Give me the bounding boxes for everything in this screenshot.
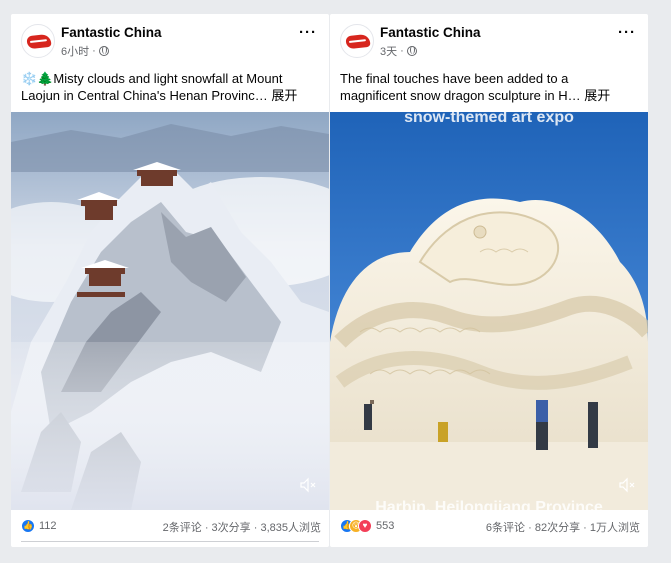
love-reaction-icon: ♥ bbox=[358, 519, 372, 533]
comments-count[interactable]: 6条评论 bbox=[486, 522, 525, 534]
reaction-count[interactable]: 112 bbox=[39, 520, 57, 532]
brand-logo-icon bbox=[345, 33, 371, 50]
post-card: Fantastic China 3天 · ··· The final touch… bbox=[330, 14, 648, 547]
brand-logo-icon bbox=[26, 33, 52, 50]
reaction-icons: 👍 😮 ♥ bbox=[340, 519, 372, 533]
stats-separator: · bbox=[583, 522, 590, 534]
stats-separator: · bbox=[204, 522, 212, 534]
snow-dragon-video-frame: snow-themed art expo Harbin, Heilongjian… bbox=[330, 112, 648, 510]
post-text-truncated: Laojun in Central China's Henan Provinc… bbox=[21, 88, 268, 103]
post-meta: 6小时 · bbox=[61, 43, 109, 59]
comments-count[interactable]: 2条评论 bbox=[163, 522, 202, 534]
page-name-link[interactable]: Fantastic China bbox=[380, 25, 481, 40]
mountain-video-frame bbox=[11, 112, 329, 510]
page-name-link[interactable]: Fantastic China bbox=[61, 25, 162, 40]
page-avatar[interactable] bbox=[340, 24, 374, 58]
mute-icon[interactable] bbox=[618, 476, 638, 496]
page-avatar[interactable] bbox=[21, 24, 55, 58]
shares-count[interactable]: 82次分享 bbox=[535, 522, 580, 534]
reaction-count[interactable]: 553 bbox=[376, 520, 394, 532]
see-more-link[interactable]: 展开 bbox=[584, 88, 610, 103]
video-caption-bottom: Harbin, Heilongjiang Province bbox=[375, 499, 603, 510]
mute-icon[interactable] bbox=[299, 476, 319, 496]
divider bbox=[21, 541, 319, 542]
engagement-counts: 6条评论 · 82次分享 · 1万人浏览 bbox=[486, 519, 640, 535]
post-text: ❄️🌲Misty clouds and light snowfall at Mo… bbox=[21, 70, 321, 104]
more-options-button[interactable]: ··· bbox=[618, 24, 636, 41]
post-header: Fantastic China 3天 · ··· bbox=[340, 24, 638, 60]
meta-separator: · bbox=[400, 45, 404, 57]
post-text: The final touches have been added to a m… bbox=[340, 70, 640, 104]
reactions-summary[interactable]: 👍 😮 ♥ 553 bbox=[340, 519, 394, 533]
video-caption-top: snow-themed art expo bbox=[404, 112, 574, 126]
shares-count[interactable]: 3次分享 bbox=[212, 522, 251, 534]
post-text-line: magnificent snow dragon sculpture in H… … bbox=[340, 87, 640, 104]
post-stats: 👍 😮 ♥ 553 6条评论 · 82次分享 · 1万人浏览 bbox=[340, 518, 640, 536]
globe-icon bbox=[406, 46, 417, 56]
post-header: Fantastic China 6小时 · ··· bbox=[21, 24, 319, 60]
post-meta: 3天 · bbox=[380, 43, 417, 59]
video-player[interactable] bbox=[11, 112, 329, 510]
stats-separator: · bbox=[528, 522, 535, 534]
video-player[interactable]: snow-themed art expo Harbin, Heilongjian… bbox=[330, 112, 648, 510]
meta-separator: · bbox=[92, 45, 96, 57]
post-text-line: The final touches have been added to a bbox=[340, 71, 569, 86]
more-options-button[interactable]: ··· bbox=[299, 24, 317, 41]
post-text-line: Laojun in Central China's Henan Provinc…… bbox=[21, 87, 321, 104]
post-time[interactable]: 6小时 bbox=[61, 43, 89, 59]
like-reaction-icon: 👍 bbox=[21, 519, 35, 533]
reactions-summary[interactable]: 👍 112 bbox=[21, 519, 57, 533]
post-stats: 👍 112 2条评论 · 3次分享 · 3,835人浏览 bbox=[21, 518, 321, 536]
globe-icon bbox=[98, 46, 109, 56]
engagement-counts: 2条评论 · 3次分享 · 3,835人浏览 bbox=[163, 519, 321, 535]
see-more-link[interactable]: 展开 bbox=[271, 88, 297, 103]
post-card: Fantastic China 6小时 · ··· ❄️🌲Misty cloud… bbox=[11, 14, 329, 547]
post-time[interactable]: 3天 bbox=[380, 43, 397, 59]
views-count: 3,835人浏览 bbox=[260, 522, 321, 534]
post-text-line: ❄️🌲Misty clouds and light snowfall at Mo… bbox=[21, 71, 283, 86]
post-text-truncated: magnificent snow dragon sculpture in H… bbox=[340, 88, 581, 103]
views-count: 1万人浏览 bbox=[589, 522, 640, 534]
